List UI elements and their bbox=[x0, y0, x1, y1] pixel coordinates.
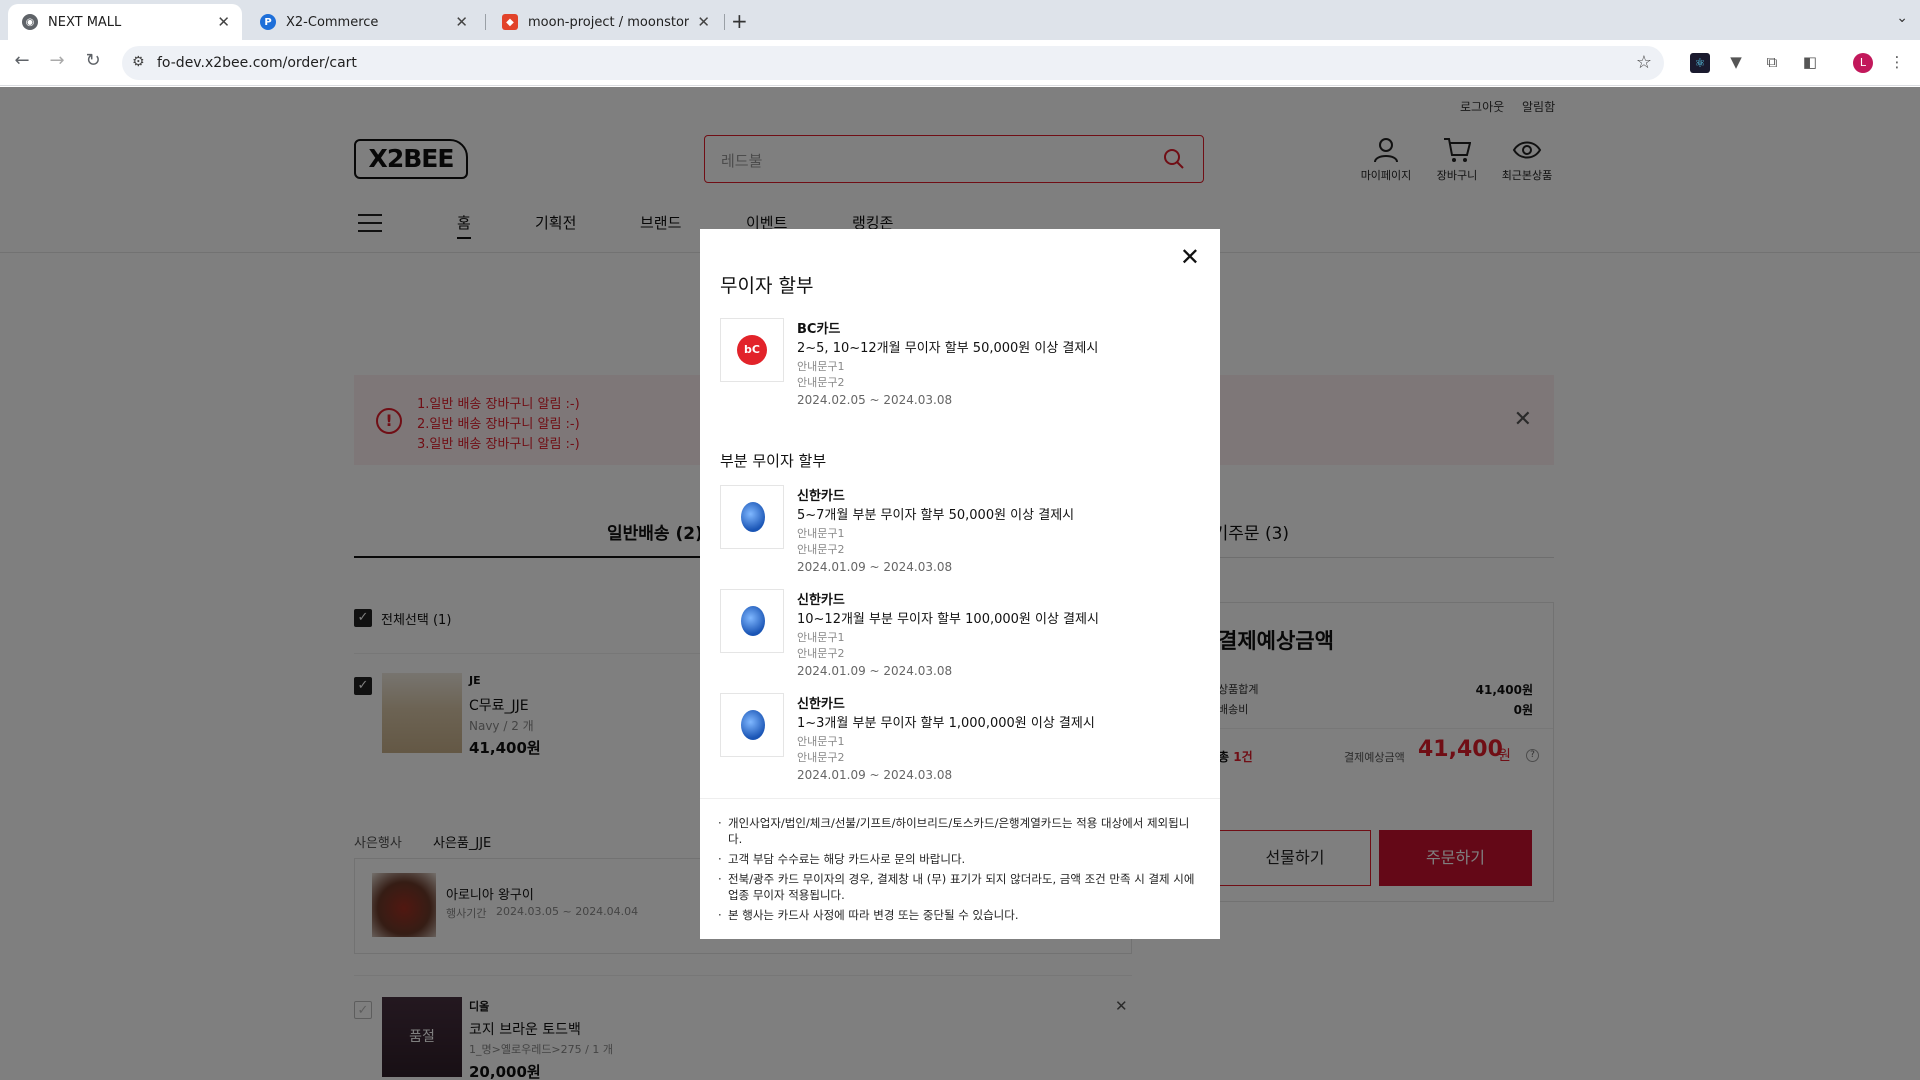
profile-avatar[interactable]: L bbox=[1853, 53, 1873, 73]
gitlab-icon: ◆ bbox=[502, 14, 518, 30]
close-tab-icon[interactable]: ✕ bbox=[217, 13, 230, 31]
card-guide-2: 안내문구2 bbox=[797, 751, 845, 764]
close-tab-icon[interactable]: ✕ bbox=[697, 13, 710, 31]
card-name: 신한카드 bbox=[797, 489, 845, 504]
chevron-down-icon[interactable]: ⌄ bbox=[1896, 10, 1908, 26]
card-period: 2024.01.09 ~ 2024.03.08 bbox=[797, 560, 953, 574]
interest-free-title: 무이자 할부 bbox=[720, 275, 814, 297]
card-guide-1: 안내문구1 bbox=[797, 631, 845, 644]
note-item: 전북/광주 카드 무이자의 경우, 결제창 내 (무) 표기가 되지 않더라도,… bbox=[718, 871, 1202, 903]
tab-x2-commerce[interactable]: P X2-Commerce ✕ bbox=[246, 4, 480, 40]
tab-title: X2-Commerce bbox=[286, 14, 379, 30]
card-benefit-item: 신한카드 5~7개월 부분 무이자 할부 50,000원 이상 결제시 안내문구… bbox=[720, 485, 1200, 575]
vue-devtools-icon[interactable]: ▼ bbox=[1726, 53, 1746, 73]
card-desc: 5~7개월 부분 무이자 할부 50,000원 이상 결제시 bbox=[797, 508, 1075, 523]
kebab-menu-icon[interactable]: ⋮ bbox=[1887, 53, 1907, 73]
card-guide-1: 안내문구1 bbox=[797, 360, 845, 373]
browser-toolbar: ← → ↻ ⚙ fo-dev.x2bee.com/order/cart ☆ ⚛ … bbox=[0, 40, 1920, 86]
shinhan-card-logo-icon bbox=[720, 485, 784, 549]
browser-tab-strip: ◉ NEXT MALL ✕ P X2-Commerce ✕ ◆ moon-pro… bbox=[0, 0, 1920, 40]
card-desc: 1~3개월 부분 무이자 할부 1,000,000원 이상 결제시 bbox=[797, 716, 1095, 731]
reload-icon[interactable]: ↻ bbox=[80, 50, 106, 71]
note-item: 개인사업자/법인/체크/선불/기프트/하이브리드/토스카드/은행계열카드는 적용… bbox=[718, 815, 1202, 847]
x2-favicon-icon: P bbox=[260, 14, 276, 30]
tab-title: NEXT MALL bbox=[48, 14, 122, 30]
extensions-puzzle-icon[interactable]: ⧉ bbox=[1762, 53, 1782, 73]
site-info-icon[interactable]: ⚙ bbox=[132, 54, 145, 70]
side-panel-icon[interactable]: ◧ bbox=[1800, 53, 1820, 73]
tab-separator bbox=[485, 14, 486, 30]
card-name: 신한카드 bbox=[797, 593, 845, 608]
bc-card-logo-icon: bC bbox=[720, 318, 784, 382]
card-period: 2024.01.09 ~ 2024.03.08 bbox=[797, 768, 953, 782]
card-period: 2024.02.05 ~ 2024.03.08 bbox=[797, 393, 953, 407]
close-tab-icon[interactable]: ✕ bbox=[455, 13, 468, 31]
bookmark-star-icon[interactable]: ☆ bbox=[1636, 52, 1652, 73]
card-name: 신한카드 bbox=[797, 697, 845, 712]
card-desc: 2~5, 10~12개월 무이자 할부 50,000원 이상 결제시 bbox=[797, 341, 1099, 356]
card-guide-1: 안내문구1 bbox=[797, 527, 845, 540]
new-tab-icon[interactable]: + bbox=[731, 9, 748, 33]
card-benefit-item: 신한카드 1~3개월 부분 무이자 할부 1,000,000원 이상 결제시 안… bbox=[720, 693, 1200, 783]
shinhan-card-logo-icon bbox=[720, 693, 784, 757]
globe-icon: ◉ bbox=[22, 14, 38, 30]
tab-moon-project[interactable]: ◆ moon-project / moonstore-ne ✕ bbox=[488, 4, 722, 40]
note-item: 본 행사는 카드사 사정에 따라 변경 또는 중단될 수 있습니다. bbox=[718, 907, 1202, 923]
card-benefit-item: 신한카드 10~12개월 부분 무이자 할부 100,000원 이상 결제시 안… bbox=[720, 589, 1200, 679]
tab-next-mall[interactable]: ◉ NEXT MALL ✕ bbox=[8, 4, 242, 40]
installment-modal: ✕ 무이자 할부 bC BC카드 2~5, 10~12개월 무이자 할부 50,… bbox=[700, 229, 1220, 939]
forward-icon[interactable]: → bbox=[44, 50, 70, 71]
card-desc: 10~12개월 부분 무이자 할부 100,000원 이상 결제시 bbox=[797, 612, 1099, 627]
back-icon[interactable]: ← bbox=[9, 50, 35, 71]
tab-title: moon-project / moonstore-ne bbox=[528, 14, 689, 30]
card-guide-2: 안내문구2 bbox=[797, 376, 845, 389]
close-modal-icon[interactable]: ✕ bbox=[1180, 245, 1200, 269]
react-devtools-icon[interactable]: ⚛ bbox=[1690, 53, 1710, 73]
note-item: 고객 부담 수수료는 해당 카드사로 문의 바랍니다. bbox=[718, 851, 1202, 867]
address-bar[interactable]: ⚙ fo-dev.x2bee.com/order/cart ☆ bbox=[122, 46, 1664, 80]
card-guide-1: 안내문구1 bbox=[797, 735, 845, 748]
card-name: BC카드 bbox=[797, 322, 841, 337]
card-guide-2: 안내문구2 bbox=[797, 647, 845, 660]
card-benefit-item: bC BC카드 2~5, 10~12개월 무이자 할부 50,000원 이상 결… bbox=[720, 318, 1200, 408]
card-guide-2: 안내문구2 bbox=[797, 543, 845, 556]
partial-interest-free-title: 부분 무이자 할부 bbox=[720, 452, 827, 470]
shinhan-card-logo-icon bbox=[720, 589, 784, 653]
installment-notes: 개인사업자/법인/체크/선불/기프트/하이브리드/토스카드/은행계열카드는 적용… bbox=[700, 798, 1220, 939]
tab-separator bbox=[724, 14, 725, 30]
card-period: 2024.01.09 ~ 2024.03.08 bbox=[797, 664, 953, 678]
url-text: fo-dev.x2bee.com/order/cart bbox=[157, 55, 357, 71]
